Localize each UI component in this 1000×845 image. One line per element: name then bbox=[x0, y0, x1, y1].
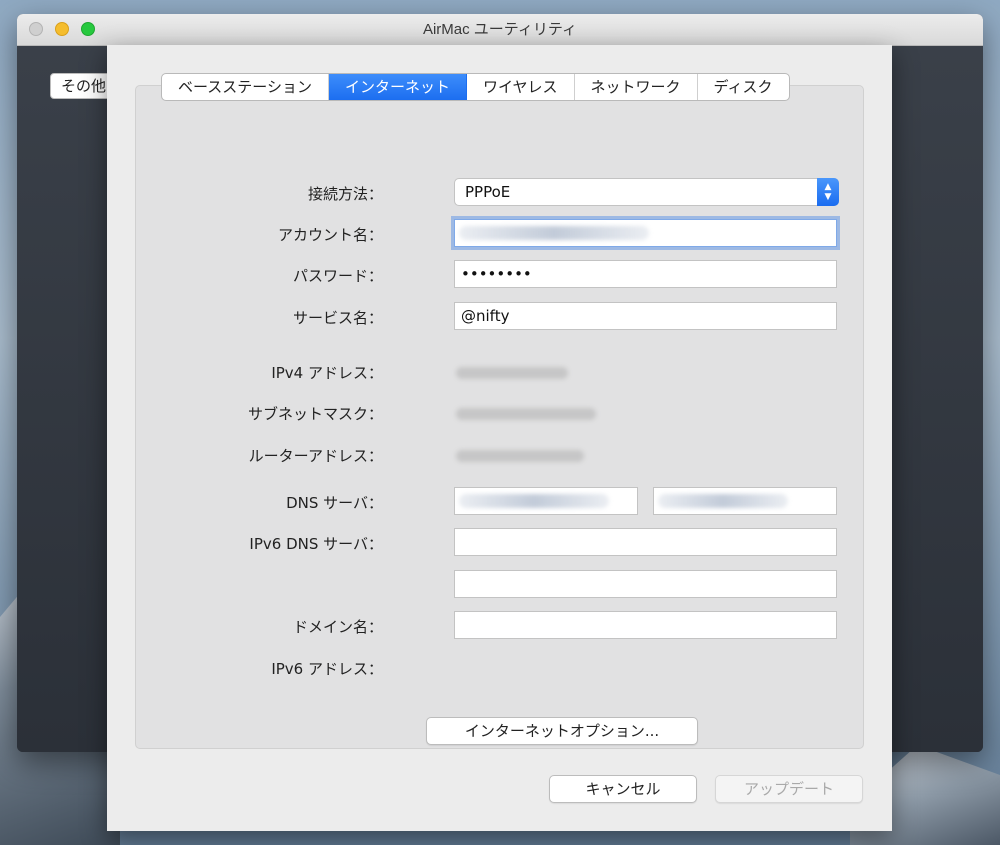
service-name-label: サービス名： bbox=[292, 309, 383, 327]
router-address-label: ルーターアドレス： bbox=[248, 447, 383, 465]
domain-name-field[interactable] bbox=[454, 611, 837, 639]
account-name-label: アカウント名： bbox=[277, 226, 383, 244]
ipv6-dns-server-label: IPv6 DNS サーバ： bbox=[249, 535, 383, 553]
dns-primary-redacted bbox=[459, 494, 609, 508]
dns-server-primary-field[interactable] bbox=[454, 487, 638, 515]
ipv6-dns-secondary-field[interactable] bbox=[454, 570, 837, 598]
account-name-field[interactable] bbox=[454, 219, 837, 247]
password-label: パスワード： bbox=[292, 267, 383, 285]
connection-method-value: PPPoE bbox=[465, 183, 511, 201]
chevron-up-down-icon: ▲ ▼ bbox=[817, 178, 839, 206]
domain-name-label: ドメイン名： bbox=[292, 618, 383, 636]
internet-settings-panel: 接続方法： PPPoE ▲ ▼ アカウント名： パスワード： •••••••• サ… bbox=[135, 85, 864, 749]
minimize-window-button[interactable] bbox=[55, 22, 69, 36]
ipv4-address-label: IPv4 アドレス： bbox=[271, 364, 383, 382]
title-bar: AirMac ユーティリティ bbox=[17, 14, 983, 46]
update-button[interactable]: アップデート bbox=[715, 775, 863, 803]
dns-server-label: DNS サーバ： bbox=[286, 494, 383, 512]
maximize-window-button[interactable] bbox=[81, 22, 95, 36]
internet-options-button[interactable]: インターネットオプション... bbox=[426, 717, 698, 745]
ipv6-address-label: IPv6 アドレス： bbox=[271, 660, 383, 678]
connection-method-select[interactable]: PPPoE ▲ ▼ bbox=[454, 178, 839, 206]
ipv6-dns-primary-field[interactable] bbox=[454, 528, 837, 556]
tab-bar: ベースステーション インターネット ワイヤレス ネットワーク ディスク bbox=[161, 73, 790, 101]
window-title: AirMac ユーティリティ bbox=[422, 21, 578, 38]
dns-secondary-redacted bbox=[658, 494, 788, 508]
subnet-mask-label: サブネットマスク： bbox=[247, 405, 383, 423]
router-address-value bbox=[456, 450, 584, 462]
connection-method-label: 接続方法： bbox=[307, 185, 383, 203]
dns-server-secondary-field[interactable] bbox=[653, 487, 837, 515]
tab-internet[interactable]: インターネット bbox=[328, 74, 467, 100]
tab-network[interactable]: ネットワーク bbox=[575, 74, 698, 100]
tab-wireless[interactable]: ワイヤレス bbox=[467, 74, 575, 100]
account-name-redacted bbox=[459, 226, 649, 240]
service-name-field[interactable]: @nifty bbox=[454, 302, 837, 330]
subnet-mask-value bbox=[456, 408, 596, 420]
password-field[interactable]: •••••••• bbox=[454, 260, 837, 288]
close-window-button[interactable] bbox=[29, 22, 43, 36]
cancel-button[interactable]: キャンセル bbox=[549, 775, 697, 803]
ipv4-address-value bbox=[456, 367, 568, 379]
tab-base-station[interactable]: ベースステーション bbox=[162, 74, 329, 100]
settings-sheet: ベースステーション インターネット ワイヤレス ネットワーク ディスク 接続方法… bbox=[107, 45, 892, 831]
tab-disk[interactable]: ディスク bbox=[698, 74, 789, 100]
